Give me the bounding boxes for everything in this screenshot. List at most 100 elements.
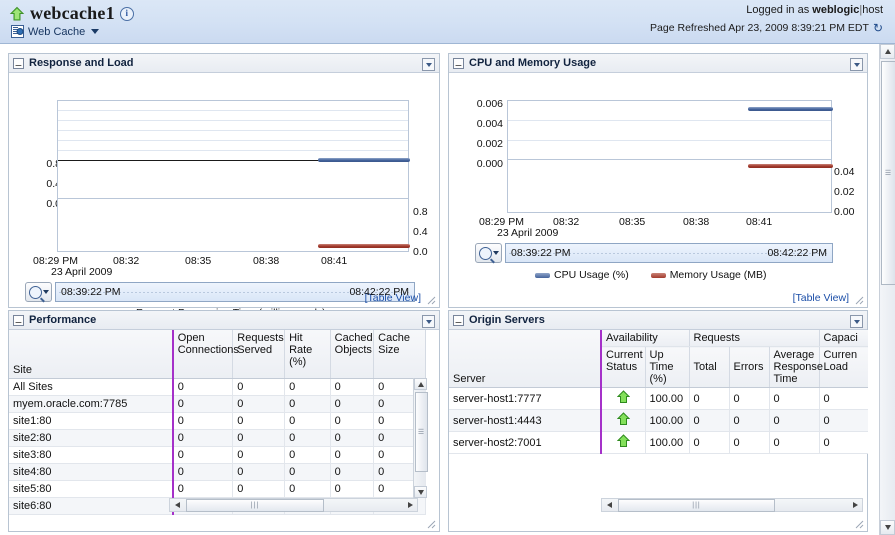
panel-header-cpu-and-memory-usage: ⚊ CPU and Memory Usage — [449, 54, 867, 73]
col-header-open-connections[interactable]: Open Connections — [171, 330, 239, 379]
scroll-up-button[interactable] — [414, 378, 427, 390]
chevron-down-icon[interactable] — [42, 290, 49, 294]
col-header-up-time[interactable]: Up Time (%) — [645, 346, 690, 388]
time-range-slider-response[interactable]: 08:39:22 PM 08:42:22 PM — [25, 282, 415, 302]
table-row[interactable]: All Sites 0 0 0 0 0 — [9, 378, 426, 396]
panel-resize-handle[interactable] — [427, 296, 436, 305]
cell-average-response-time: 0 — [769, 387, 820, 410]
info-icon[interactable]: i — [119, 6, 134, 21]
cell-requests-served: 0 — [232, 480, 286, 498]
scroll-left-button[interactable] — [602, 499, 616, 511]
chevron-down-icon[interactable] — [91, 29, 100, 34]
collapse-toggle-icon[interactable]: ⚊ — [13, 57, 24, 69]
origin-servers-table-hscrollbar[interactable]: ||| — [601, 498, 863, 512]
x-tick: 08:38 — [253, 255, 280, 267]
table-row[interactable]: site3:80 0 0 0 0 0 — [9, 446, 426, 464]
time-range-track[interactable]: 08:39:22 PM 08:42:22 PM — [55, 282, 415, 302]
x-tick: 08:41 — [321, 255, 348, 267]
legend-label: Memory Usage (MB) — [669, 269, 767, 281]
col-header-average-response-time[interactable]: Average Response Time — [769, 346, 823, 388]
vscroll-thumb[interactable]: ☰ — [415, 392, 428, 472]
x-tick: 08:41 — [746, 216, 773, 228]
cell-hit-rate: 0 — [284, 429, 331, 447]
panel-menu-icon[interactable] — [850, 58, 863, 71]
panel-resize-handle[interactable] — [855, 520, 864, 529]
scroll-left-button[interactable] — [170, 499, 184, 511]
scroll-down-button[interactable] — [414, 486, 427, 498]
hscroll-thumb[interactable]: ||| — [186, 498, 324, 512]
page-scroll-thumb[interactable]: ☰ — [881, 61, 895, 285]
panel-title: CPU and Memory Usage — [469, 57, 597, 69]
page-scroll-down-button[interactable] — [880, 520, 895, 535]
scroll-right-button[interactable] — [403, 499, 417, 511]
logged-in-host: host — [862, 4, 883, 16]
table-row[interactable]: site1:80 0 0 0 0 0 — [9, 412, 426, 430]
collapse-toggle-icon[interactable]: ⚊ — [453, 57, 464, 69]
col-header-total[interactable]: Total — [689, 346, 730, 388]
table-row[interactable]: server-host1:4443 100.00 0 0 0 0 — [449, 409, 868, 432]
x-tick: 08:35 — [185, 255, 212, 267]
panel-menu-icon[interactable] — [422, 58, 435, 71]
table-row[interactable]: site2:80 0 0 0 0 0 — [9, 429, 426, 447]
col-header-requests-served[interactable]: Requests Served — [232, 330, 286, 379]
scroll-right-button[interactable] — [848, 499, 862, 511]
panel-header-performance: ⚊ Performance — [9, 311, 439, 330]
origin-servers-table-body: server-host1:7777 100.00 0 0 0 0 server-… — [449, 387, 868, 454]
performance-table-vscrollbar[interactable]: ☰ — [413, 378, 428, 498]
page-vertical-scrollbar[interactable]: ☰ — [879, 44, 895, 535]
target-menu[interactable]: Web Cache — [11, 25, 100, 38]
col-header-current-status[interactable]: Current Status — [600, 346, 646, 388]
dashboard-page: webcache1 i Web Cache Logged in as weblo… — [0, 0, 895, 535]
hscroll-thumb[interactable]: ||| — [618, 498, 775, 512]
legend-item: CPU Usage (%) — [535, 269, 629, 281]
collapse-toggle-icon[interactable]: ⚊ — [453, 314, 464, 326]
cell-requests-served: 0 — [232, 412, 286, 430]
cell-current-load: 0 — [819, 431, 868, 454]
cell-total: 0 — [689, 431, 730, 454]
table-row[interactable]: server-host2:7001 100.00 0 0 0 0 — [449, 431, 868, 454]
chart-legend-cpu: CPU Usage (%) Memory Usage (MB) — [535, 269, 767, 281]
col-header-errors[interactable]: Errors — [729, 346, 770, 388]
cell-cached-objects: 0 — [330, 378, 375, 396]
panel-menu-icon[interactable] — [422, 315, 435, 328]
collapse-toggle-icon[interactable]: ⚊ — [13, 314, 24, 326]
performance-table-hscrollbar[interactable]: ||| — [169, 498, 418, 512]
panel-menu-icon[interactable] — [850, 315, 863, 328]
cell-site: site5:80 — [9, 480, 174, 498]
table-row[interactable]: myem.oracle.com:7785 0 0 0 0 0 — [9, 395, 426, 413]
table-row[interactable]: site4:80 0 0 0 0 0 — [9, 463, 426, 481]
left-axis-tick: 0.002 — [476, 138, 503, 150]
cell-hit-rate: 0 — [284, 463, 331, 481]
panel-performance: ⚊ Performance Site Open Connections Requ… — [8, 310, 440, 532]
left-axis-tick: 0.004 — [476, 118, 503, 130]
range-end-label: 08:42:22 PM — [349, 286, 409, 298]
col-header-site[interactable]: Site — [9, 330, 174, 379]
col-header-cache-size[interactable]: Cache Size — [373, 330, 426, 379]
col-header-server[interactable]: Server — [449, 330, 602, 388]
col-header-hit-rate[interactable]: Hit Rate (%) — [284, 330, 331, 379]
chevron-down-icon[interactable] — [492, 251, 499, 255]
table-row[interactable]: server-host1:7777 100.00 0 0 0 0 — [449, 387, 868, 410]
cell-open-connections: 0 — [171, 429, 234, 447]
left-axis-tick: 0.4 — [46, 178, 61, 190]
panel-resize-handle[interactable] — [855, 296, 864, 305]
cell-open-connections: 0 — [171, 378, 234, 396]
panel-resize-handle[interactable] — [427, 520, 436, 529]
zoom-range-button[interactable] — [475, 243, 502, 263]
table-view-link[interactable]: [Table View] — [793, 292, 849, 304]
cell-site: All Sites — [9, 378, 174, 396]
performance-table: Site Open Connections Requests Served Hi… — [9, 330, 426, 515]
refresh-icon[interactable]: ↻ — [873, 22, 883, 34]
x-axis-label: 23 April 2009 — [497, 227, 559, 239]
col-header-current-load[interactable]: Curren Load — [819, 346, 868, 388]
time-range-slider-cpu[interactable]: 08:39:22 PM 08:42:22 PM — [475, 243, 833, 263]
status-up-arrow-icon — [616, 412, 630, 426]
cell-server: server-host1:7777 — [449, 387, 602, 410]
zoom-range-button[interactable] — [25, 282, 52, 302]
page-scroll-up-button[interactable] — [880, 44, 895, 59]
origin-servers-table: Server Availability Requests Capaci Curr… — [449, 330, 868, 454]
col-header-cached-objects[interactable]: Cached Objects — [330, 330, 375, 379]
status-up-arrow-icon — [616, 390, 630, 404]
time-range-track[interactable]: 08:39:22 PM 08:42:22 PM — [505, 243, 833, 263]
table-row[interactable]: site5:80 0 0 0 0 0 — [9, 480, 426, 498]
